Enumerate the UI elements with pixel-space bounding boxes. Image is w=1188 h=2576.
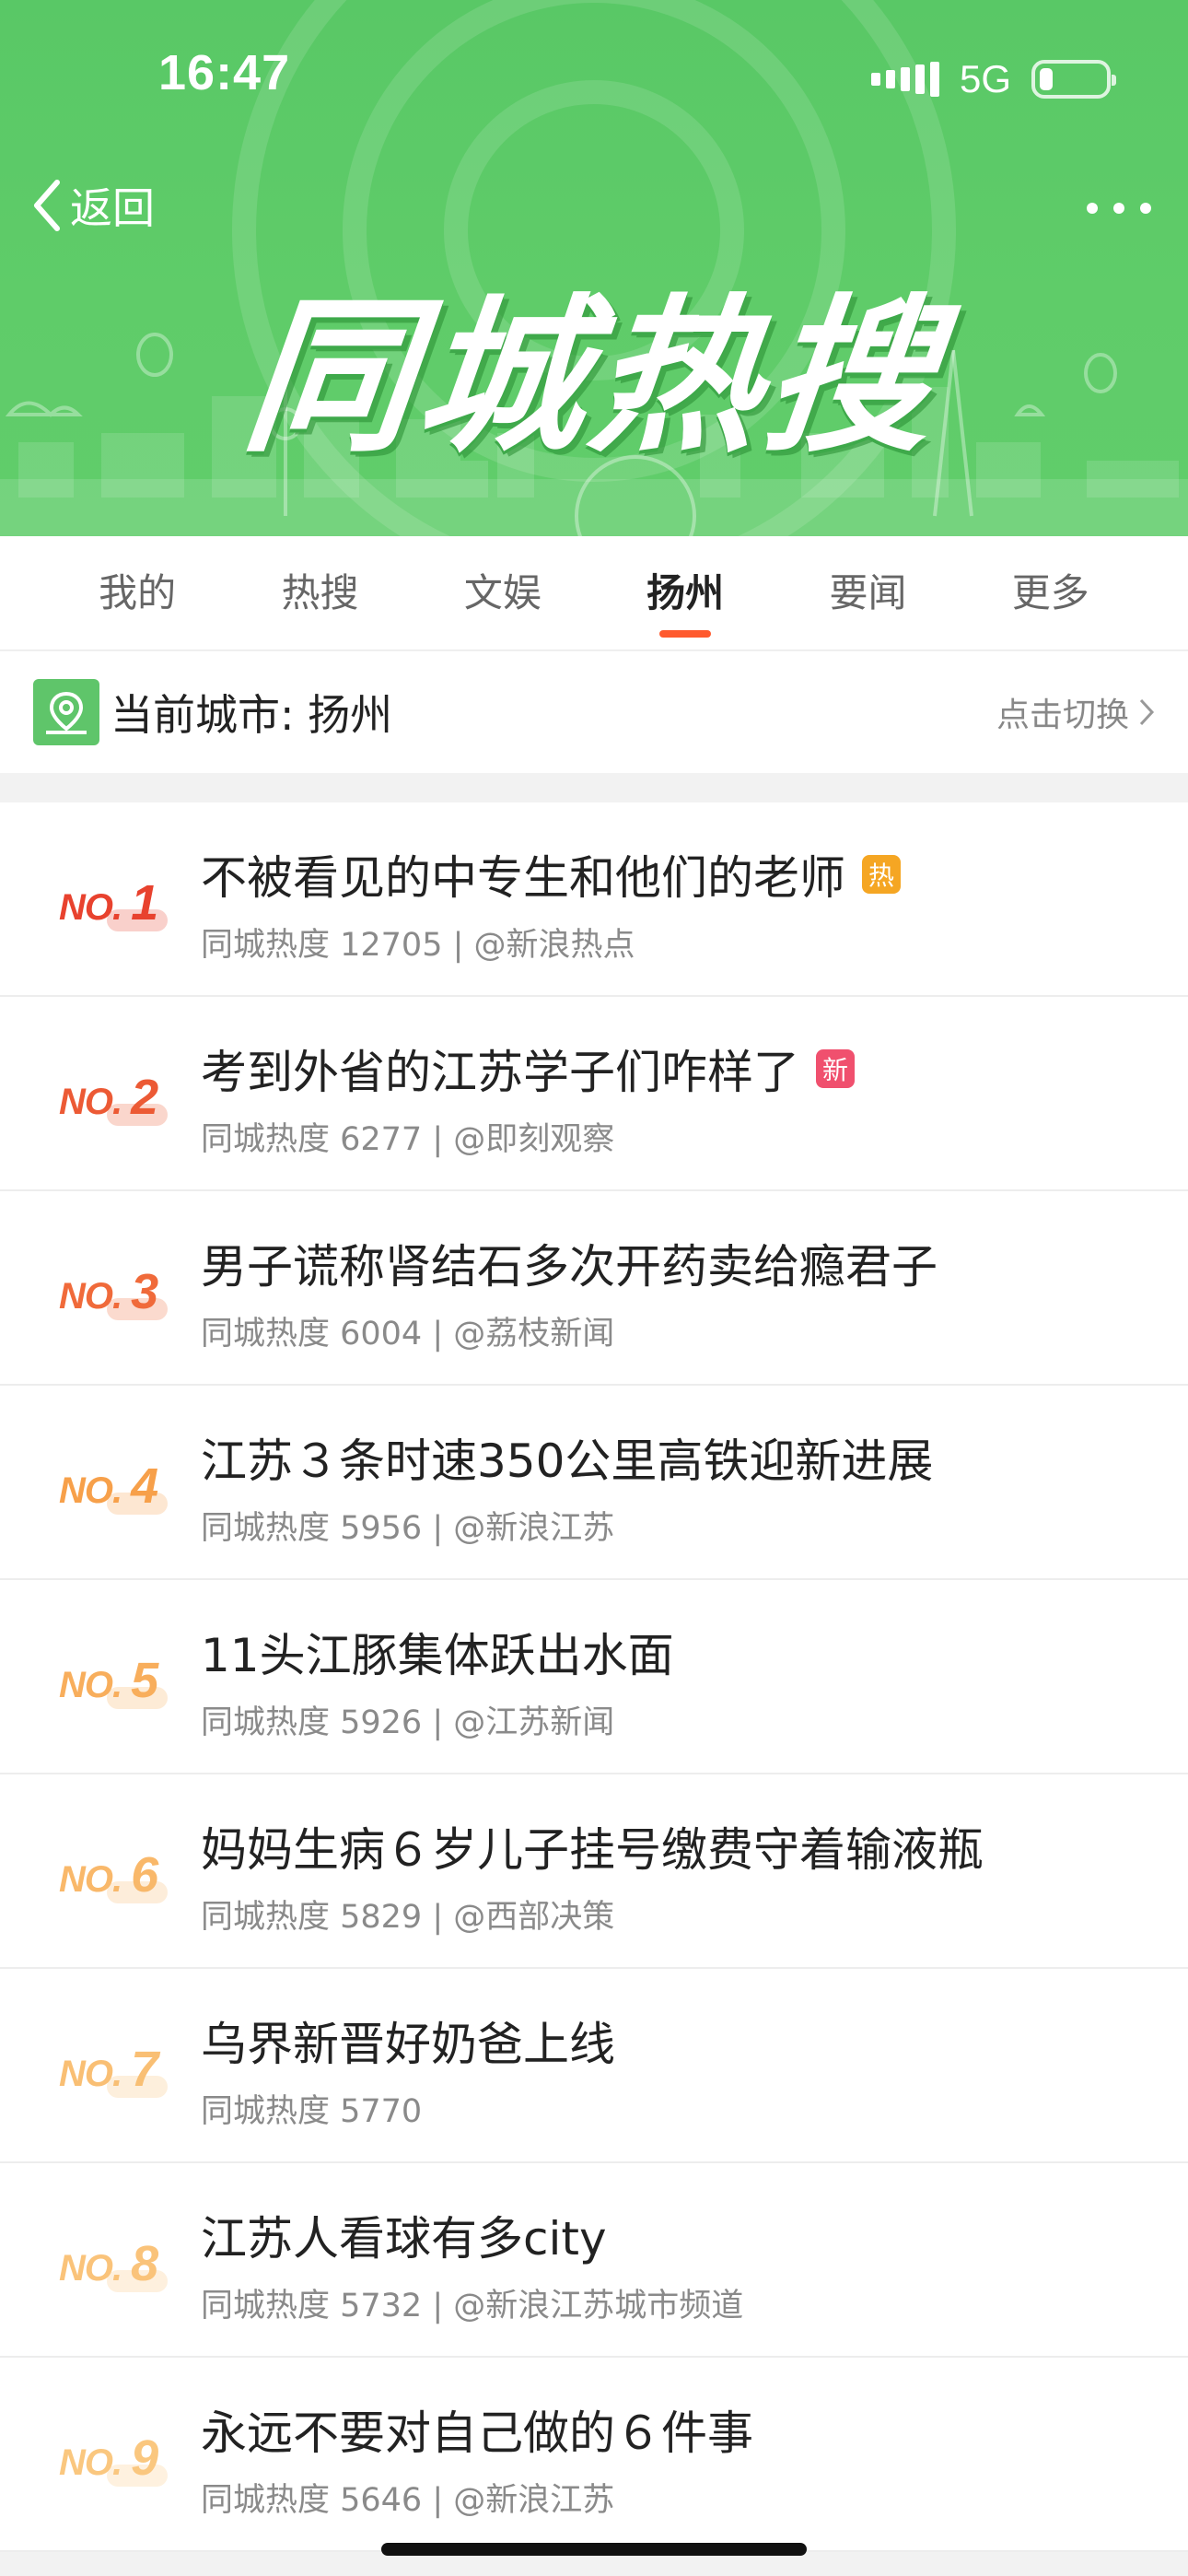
item-title: 妈妈生病６岁儿子挂号缴费守着输液瓶 (201, 1823, 984, 1877)
banner-title: 同城热搜 (236, 279, 949, 474)
signal-icon (870, 62, 939, 97)
rank-label: NO. 8 (59, 2235, 168, 2292)
rank-label: NO. 5 (59, 1652, 168, 1709)
list-item[interactable]: NO. 8 江苏人看球有多city 同城热度 5732 | @新浪江苏城市频道 (0, 2163, 1188, 2358)
item-title: 考到外省的江苏学子们咋样了 (201, 1046, 799, 1099)
item-title: 江苏３条时速350公里高铁迎新进展 (201, 1434, 934, 1488)
item-meta: 同城热度 5770 (201, 2093, 423, 2130)
list-item[interactable]: NO. 9 永远不要对自己做的６件事 同城热度 5646 | @新浪江苏 (0, 2358, 1188, 2552)
item-meta: 同城热度 5956 | @新浪江苏 (201, 1510, 615, 1547)
rank-decoration (107, 1104, 168, 1126)
item-meta: 同城热度 12705 | @新浪热点 (201, 927, 635, 964)
rank-label: NO. 9 (59, 2430, 168, 2487)
list-item[interactable]: NO. 6 妈妈生病６岁儿子挂号缴费守着输液瓶 同城热度 5829 | @西部决… (0, 1774, 1188, 1969)
home-indicator[interactable] (381, 2543, 807, 2556)
tab-0[interactable]: 我的 (80, 536, 194, 650)
tab-2[interactable]: 文娱 (446, 536, 560, 650)
more-options-button[interactable] (1087, 181, 1151, 236)
title-row: 11头江豚集体跃出水面 (201, 1619, 674, 1685)
title-row: 不被看见的中专生和他们的老师 热 (201, 841, 901, 907)
tab-bar: 我的 热搜 文娱 扬州 要闻 更多 (0, 536, 1188, 650)
rank-decoration (107, 1687, 168, 1709)
list-item[interactable]: NO. 1 不被看见的中专生和他们的老师 热 同城热度 12705 | @新浪热… (0, 802, 1188, 997)
switch-city-label: 点击切换 (996, 697, 1129, 734)
rank-decoration (107, 1298, 168, 1320)
switch-city-button[interactable]: 点击切换 (996, 688, 1155, 736)
battery-icon (1031, 60, 1116, 99)
title-row: 男子谎称肾结石多次开药卖给瘾君子 (201, 1230, 938, 1296)
tab-1[interactable]: 热搜 (262, 536, 377, 650)
chevron-left-icon (34, 180, 60, 231)
item-title: 男子谎称肾结石多次开药卖给瘾君子 (201, 1240, 938, 1294)
status-icons: 5G (870, 52, 1116, 107)
rank-decoration (107, 2270, 168, 2292)
tab-4[interactable]: 要闻 (810, 536, 925, 650)
back-button[interactable]: 返回 (31, 175, 155, 236)
item-meta: 同城热度 6277 | @即刻观察 (201, 1121, 615, 1158)
new-badge: 新 (816, 1049, 855, 1088)
rank-label: NO. 6 (59, 1846, 168, 1903)
hot-search-list: NO. 1 不被看见的中专生和他们的老师 热 同城热度 12705 | @新浪热… (0, 802, 1188, 2552)
item-meta: 同城热度 5829 | @西部决策 (201, 1899, 615, 1936)
rank-decoration (107, 909, 168, 931)
current-city-bar: 当前城市: 扬州 点击切换 (0, 651, 1188, 773)
rank-decoration (107, 2076, 168, 2098)
network-type: 5G (959, 57, 1011, 100)
hot-badge: 热 (862, 855, 901, 894)
item-meta: 同城热度 5646 | @新浪江苏 (201, 2482, 615, 2519)
rank-label: NO. 2 (59, 1069, 168, 1126)
title-row: 永远不要对自己做的６件事 (201, 2396, 753, 2463)
list-item[interactable]: NO. 2 考到外省的江苏学子们咋样了 新 同城热度 6277 | @即刻观察 (0, 997, 1188, 1191)
tab-3[interactable]: 扬州 (628, 536, 742, 650)
header-banner: 16:47 5G 返回 同城热搜 (0, 0, 1188, 536)
chevron-right-icon (1139, 698, 1155, 726)
item-title: 永远不要对自己做的６件事 (201, 2406, 753, 2460)
list-item[interactable]: NO. 3 男子谎称肾结石多次开药卖给瘾君子 同城热度 6004 | @荔枝新闻 (0, 1191, 1188, 1386)
list-item[interactable]: NO. 7 乌界新晋好奶爸上线 同城热度 5770 (0, 1969, 1188, 2163)
location-pin-icon (33, 679, 99, 745)
item-meta: 同城热度 5926 | @江苏新闻 (201, 1704, 615, 1741)
rank-label: NO. 7 (59, 2041, 168, 2098)
list-item[interactable]: NO. 5 11头江豚集体跃出水面 同城热度 5926 | @江苏新闻 (0, 1580, 1188, 1774)
title-row: 乌界新晋好奶爸上线 (201, 2008, 615, 2074)
dot-icon (1140, 203, 1151, 214)
rank-label: NO. 1 (59, 874, 168, 931)
rank-decoration (107, 2465, 168, 2487)
section-divider (0, 773, 1188, 802)
rank-label: NO. 3 (59, 1263, 168, 1320)
rank-decoration (107, 1881, 168, 1903)
dot-icon (1113, 203, 1124, 214)
item-meta: 同城热度 5732 | @新浪江苏城市频道 (201, 2288, 744, 2324)
title-row: 考到外省的江苏学子们咋样了 新 (201, 1036, 855, 1102)
list-item[interactable]: NO. 4 江苏３条时速350公里高铁迎新进展 同城热度 5956 | @新浪江… (0, 1386, 1188, 1580)
title-row: 江苏３条时速350公里高铁迎新进展 (201, 1424, 933, 1491)
item-title: 不被看见的中专生和他们的老师 (201, 851, 845, 905)
item-title: 江苏人看球有多city (201, 2212, 607, 2266)
tab-5[interactable]: 更多 (994, 536, 1108, 650)
dot-icon (1087, 203, 1098, 214)
rank-label: NO. 4 (59, 1458, 168, 1515)
item-title: 乌界新晋好奶爸上线 (201, 2018, 615, 2071)
current-city-label: 当前城市: 扬州 (111, 690, 393, 740)
item-meta: 同城热度 6004 | @荔枝新闻 (201, 1316, 615, 1352)
rank-decoration (107, 1493, 168, 1515)
back-label: 返回 (70, 183, 155, 233)
item-title: 11头江豚集体跃出水面 (201, 1629, 674, 1682)
status-time: 16:47 (158, 45, 291, 100)
title-row: 江苏人看球有多city (201, 2202, 607, 2268)
title-row: 妈妈生病６岁儿子挂号缴费守着输液瓶 (201, 1813, 984, 1879)
